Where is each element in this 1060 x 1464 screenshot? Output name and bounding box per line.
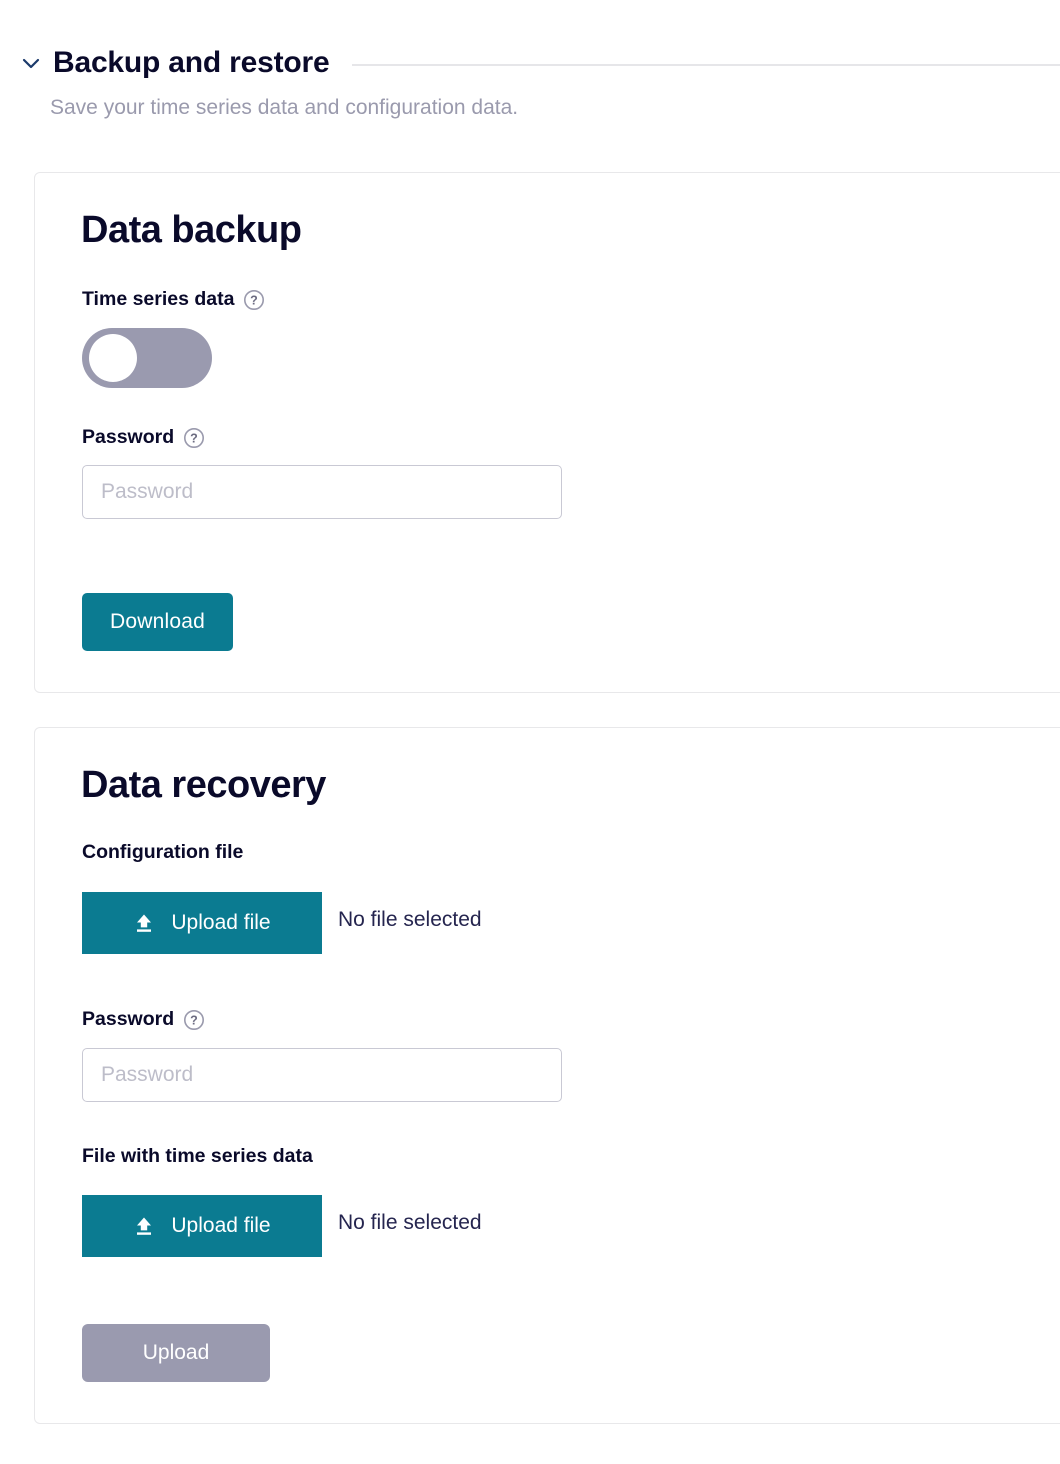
time-series-data-label-text: Time series data <box>82 288 235 310</box>
configuration-file-status: No file selected <box>338 908 482 931</box>
upload-submit-button[interactable]: Upload <box>82 1324 270 1382</box>
time-series-data-label: Time series data ? <box>82 288 265 311</box>
recovery-password-input[interactable] <box>82 1048 562 1102</box>
time-series-data-toggle[interactable] <box>82 328 212 388</box>
time-series-file-label-text: File with time series data <box>82 1145 313 1167</box>
data-recovery-title: Data recovery <box>81 764 326 806</box>
upload-configuration-file-button[interactable]: Upload file <box>82 892 322 954</box>
upload-time-series-file-label: Upload file <box>171 1214 271 1237</box>
recovery-password-label-text: Password <box>82 1008 175 1030</box>
chevron-down-icon[interactable] <box>14 46 48 80</box>
data-backup-card: Data backup Time series data ? Password … <box>34 172 1060 693</box>
page-title: Backup and restore <box>53 46 330 79</box>
upload-configuration-file-label: Upload file <box>171 911 271 934</box>
time-series-file-label: File with time series data <box>82 1145 313 1168</box>
toggle-knob <box>89 334 137 382</box>
data-backup-title: Data backup <box>81 209 302 251</box>
question-circle-icon[interactable]: ? <box>183 1009 205 1031</box>
section-header: Backup and restore <box>0 42 1060 84</box>
header-divider <box>351 64 1060 66</box>
configuration-file-label-text: Configuration file <box>82 841 244 863</box>
upload-arrow-icon <box>133 912 155 934</box>
time-series-file-status: No file selected <box>338 1211 482 1234</box>
svg-text:?: ? <box>190 431 198 445</box>
backup-password-label: Password ? <box>82 426 205 449</box>
backup-password-label-text: Password <box>82 426 175 448</box>
svg-text:?: ? <box>190 1013 198 1027</box>
configuration-file-label: Configuration file <box>82 841 243 864</box>
section-subtitle: Save your time series data and configura… <box>50 96 519 119</box>
upload-arrow-icon <box>133 1215 155 1237</box>
download-button[interactable]: Download <box>82 593 233 651</box>
backup-password-input[interactable] <box>82 465 562 519</box>
svg-text:?: ? <box>251 293 259 307</box>
data-recovery-card: Data recovery Configuration file Upload … <box>34 727 1060 1424</box>
question-circle-icon[interactable]: ? <box>243 289 265 311</box>
recovery-password-label: Password ? <box>82 1008 205 1031</box>
upload-time-series-file-button[interactable]: Upload file <box>82 1195 322 1257</box>
question-circle-icon[interactable]: ? <box>183 427 205 449</box>
